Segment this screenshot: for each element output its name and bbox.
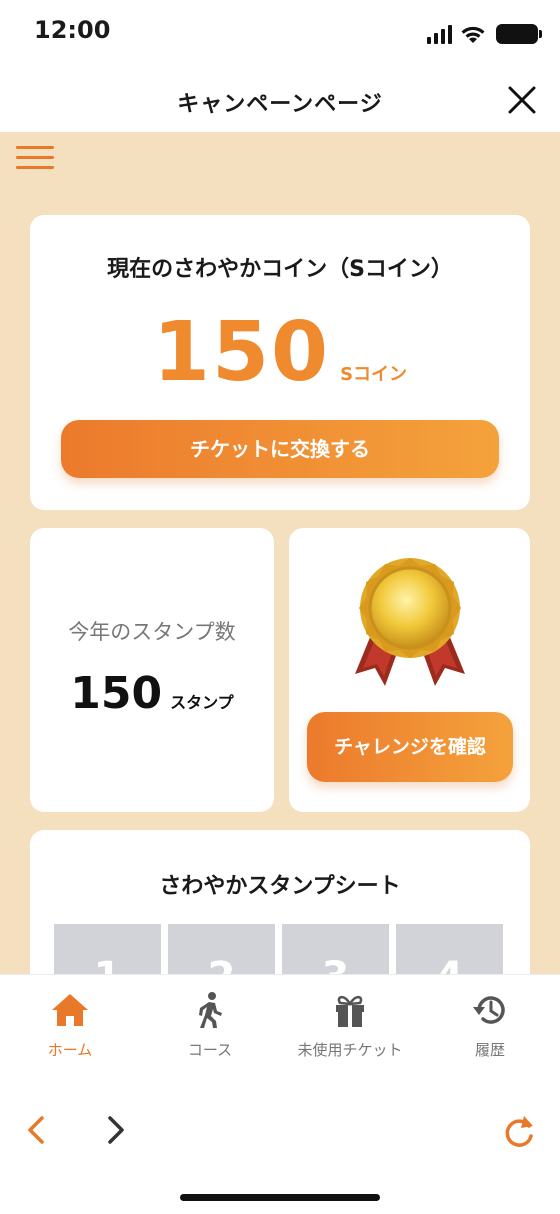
check-challenge-button[interactable]: チャレンジを確認 [307, 712, 513, 782]
tab-home-label: ホーム [47, 1041, 93, 1059]
main-content: 現在のさわやかコイン（Sコイン） 150 Sコイン チケットに交換する 今年のス… [0, 132, 560, 974]
coin-value-row: 150 Sコイン [30, 305, 530, 400]
coin-unit: Sコイン [340, 364, 408, 385]
stamp-count-card: 今年のスタンプ数 150 スタンプ [30, 528, 274, 812]
stamp-cell[interactable]: 2 [168, 924, 275, 974]
status-time: 12:00 [34, 16, 111, 44]
tab-history-label: 履歴 [474, 1041, 505, 1059]
tab-unused-tickets-label: 未使用チケット [297, 1041, 403, 1059]
coin-value: 150 [152, 305, 331, 400]
stamp-count-label: 今年のスタンプ数 [68, 620, 236, 644]
walking-icon [199, 992, 222, 1028]
home-indicator [180, 1194, 380, 1201]
signal-icon [427, 24, 452, 44]
challenge-card: チャレンジを確認 [289, 528, 530, 812]
coin-card-title: 現在のさわやかコイン（Sコイン） [107, 257, 453, 282]
close-icon[interactable] [504, 82, 540, 118]
stamp-cell[interactable]: 4 [396, 924, 503, 974]
browser-navigation [0, 1070, 560, 1214]
stamp-sheet-grid: 1 2 3 4 [54, 924, 503, 974]
page-header: キャンペーンページ [0, 70, 560, 132]
tab-home[interactable]: ホーム [0, 975, 140, 1070]
status-icons [427, 20, 542, 44]
stamp-count-value: 150 [70, 668, 163, 719]
stamp-cell[interactable]: 1 [54, 924, 161, 974]
reload-icon[interactable] [500, 1112, 540, 1152]
gift-icon [336, 995, 364, 1027]
back-arrow-icon[interactable] [16, 1110, 56, 1150]
home-icon [52, 994, 88, 1026]
stamp-sheet-card: さわやかスタンプシート 1 2 3 4 [30, 830, 530, 974]
medal-icon [355, 558, 465, 686]
wifi-icon [461, 26, 485, 43]
history-icon [473, 996, 505, 1024]
battery-icon [496, 24, 542, 44]
tab-history[interactable]: 履歴 [420, 975, 560, 1070]
status-bar: 12:00 [0, 0, 560, 70]
stamp-sheet-title: さわやかスタンプシート [159, 874, 401, 899]
page-title: キャンペーンページ [177, 92, 383, 117]
exchange-ticket-button[interactable]: チケットに交換する [61, 420, 499, 478]
hamburger-menu-icon[interactable] [16, 146, 54, 172]
tab-unused-tickets[interactable]: 未使用チケット [280, 975, 420, 1070]
forward-arrow-icon[interactable] [96, 1110, 136, 1150]
bottom-tab-bar: ホーム コース 未使用チケット 履歴 [0, 974, 560, 1070]
coin-card: 現在のさわやかコイン（Sコイン） 150 Sコイン チケットに交換する [30, 215, 530, 510]
stamp-count-unit: スタンプ [170, 693, 234, 712]
stamp-cell[interactable]: 3 [282, 924, 389, 974]
tab-course-label: コース [187, 1041, 233, 1059]
tab-course[interactable]: コース [140, 975, 280, 1070]
stamp-count-row: 150 スタンプ [30, 668, 274, 719]
